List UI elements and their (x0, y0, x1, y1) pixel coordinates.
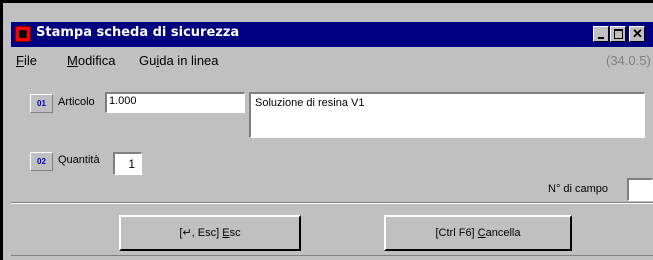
close-button[interactable]: ✕ (629, 26, 645, 42)
menu-guida-in-linea[interactable]: Guida in linea (139, 53, 219, 68)
quantita-input[interactable]: 1 (113, 152, 142, 175)
cancella-button[interactable]: [Ctrl F6] Cancella (384, 215, 572, 251)
esc-button[interactable]: [↵, Esc] Esc (119, 215, 301, 251)
articolo-label: Articolo (58, 96, 95, 108)
field-badge-articolo[interactable]: 01 (30, 94, 53, 113)
menu-file[interactable]: File (16, 53, 37, 68)
maximize-button[interactable] (610, 26, 626, 42)
separator (11, 202, 653, 204)
title-bar[interactable]: Stampa scheda di sicurezza ✕ (11, 22, 653, 47)
minimize-button[interactable] (593, 26, 609, 42)
menu-modifica[interactable]: Modifica (67, 53, 115, 68)
version-label: (34.0.5) (606, 53, 651, 68)
status-edge (11, 255, 653, 256)
campo-input[interactable] (627, 178, 653, 201)
field-badge-quantita[interactable]: 02 (30, 152, 53, 171)
articolo-description: Soluzione di resina V1 (249, 92, 645, 138)
articolo-input[interactable]: 1.000 (105, 92, 245, 113)
campo-label: N° di campo (548, 183, 609, 195)
application-window: Stampa scheda di sicurezza ✕ File Modifi… (0, 0, 653, 260)
menu-bar: File Modifica Guida in linea (34.0.5) (11, 51, 653, 71)
app-icon[interactable] (15, 26, 31, 42)
window-title: Stampa scheda di sicurezza (36, 25, 240, 40)
close-icon: ✕ (632, 26, 643, 41)
quantita-label: Quantità (58, 154, 100, 166)
